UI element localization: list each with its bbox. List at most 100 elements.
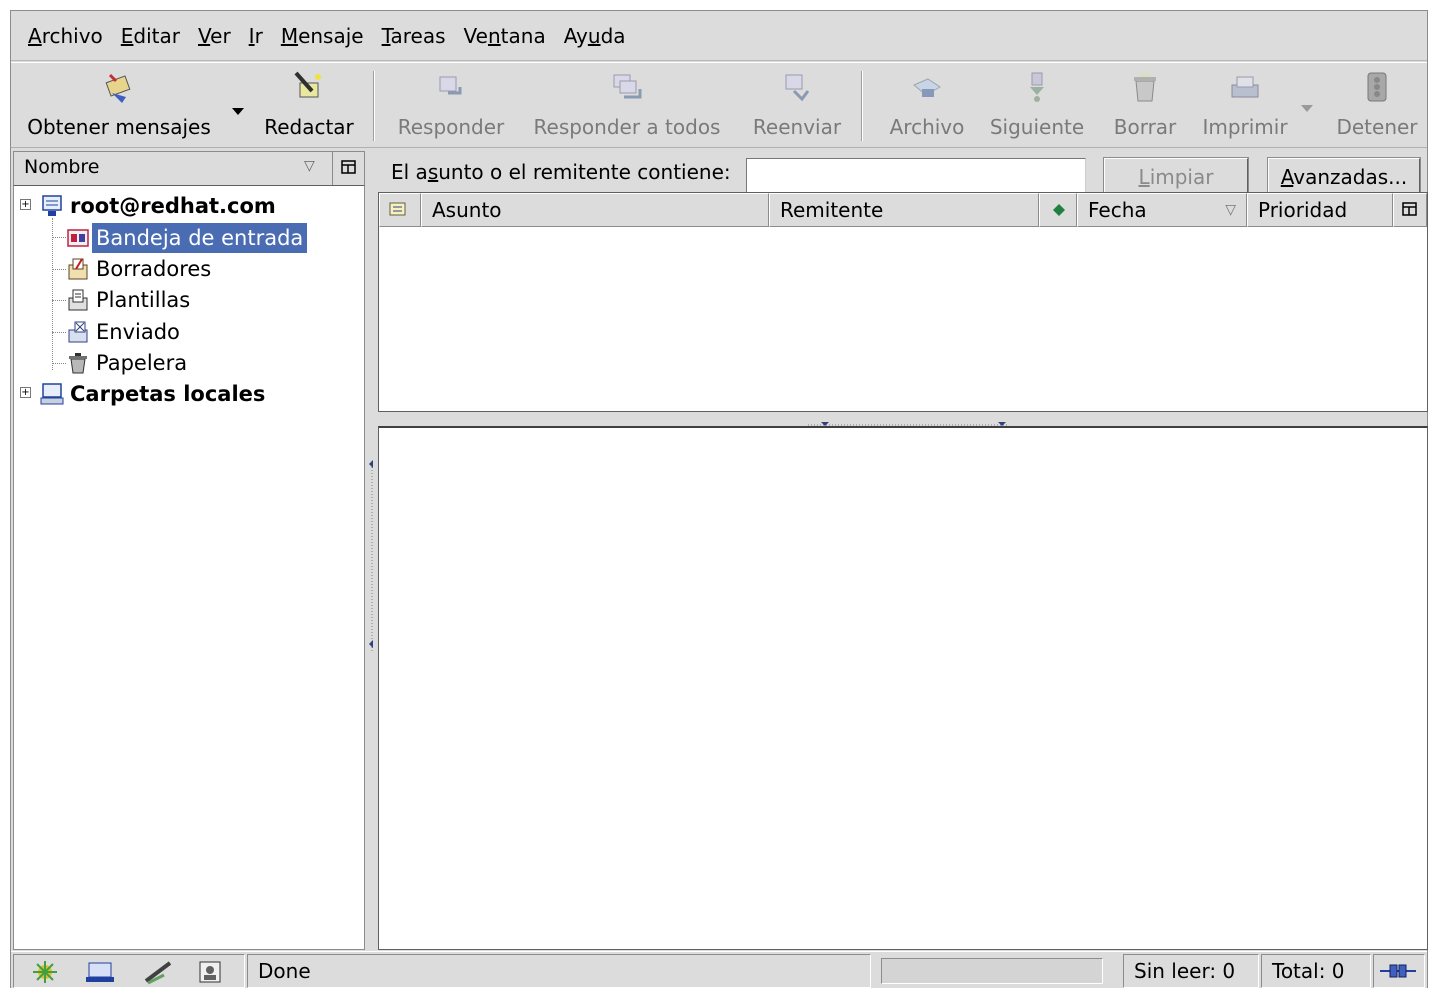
get-messages-dropdown-icon[interactable] bbox=[232, 108, 244, 115]
reply-label: Responder bbox=[397, 115, 505, 139]
menu-mensaje[interactable]: Mensaje bbox=[272, 11, 373, 61]
menu-archivo[interactable]: Archivo bbox=[19, 11, 112, 61]
menu-editar[interactable]: Editar bbox=[112, 11, 189, 61]
folder-templates[interactable]: Plantillas bbox=[66, 284, 364, 315]
thread-column-header[interactable] bbox=[379, 193, 421, 227]
online-status-icon[interactable] bbox=[1373, 954, 1425, 988]
mail-component-icon[interactable] bbox=[84, 959, 118, 985]
toolbar: Obtener mensajes Redactar Responder Resp… bbox=[11, 62, 1427, 148]
stop-icon bbox=[1367, 72, 1387, 102]
local-folders-icon bbox=[40, 382, 64, 404]
stop-label: Detener bbox=[1336, 115, 1418, 139]
folder-trash[interactable]: Papelera bbox=[66, 347, 364, 378]
composer-icon[interactable] bbox=[142, 959, 176, 985]
next-label: Siguiente bbox=[989, 115, 1085, 139]
folder-label: Plantillas bbox=[96, 287, 191, 312]
local-folders-label: Carpetas locales bbox=[70, 381, 266, 406]
compose-button[interactable]: Redactar bbox=[259, 69, 359, 143]
date-column-header[interactable]: Fecha ▽ bbox=[1077, 193, 1247, 227]
message-list[interactable]: Asunto Remitente Fecha ▽ Prioridad bbox=[378, 192, 1428, 412]
search-label: El asunto o el remitente contiene: bbox=[391, 160, 731, 184]
reply-button[interactable]: Responder bbox=[389, 69, 513, 143]
menu-bar: Archivo Editar Ver Ir Mensaje Tareas Ven… bbox=[11, 11, 1427, 61]
file-label: Archivo bbox=[889, 115, 965, 139]
templates-icon bbox=[68, 289, 88, 310]
expand-icon[interactable]: + bbox=[20, 387, 31, 398]
forward-label: Reenviar bbox=[752, 115, 842, 139]
folder-label: Papelera bbox=[96, 350, 188, 375]
component-bar bbox=[13, 954, 245, 988]
delete-label: Borrar bbox=[1113, 115, 1177, 139]
print-button[interactable]: Imprimir bbox=[1197, 69, 1293, 143]
folder-tree: + root@redhat.com Bandeja de entrada Bor… bbox=[13, 185, 365, 950]
file-message-icon bbox=[913, 78, 941, 97]
menu-ver[interactable]: Ver bbox=[189, 11, 240, 61]
column-picker-icon[interactable] bbox=[332, 152, 364, 185]
get-messages-icon bbox=[105, 73, 131, 103]
delete-button[interactable]: Borrar bbox=[1105, 69, 1185, 143]
progress-bar bbox=[881, 958, 1103, 984]
menu-ir[interactable]: Ir bbox=[240, 11, 272, 61]
account-label: root@redhat.com bbox=[70, 193, 276, 218]
drafts-icon bbox=[68, 257, 88, 279]
print-label: Imprimir bbox=[1202, 115, 1288, 139]
priority-column-label: Prioridad bbox=[1258, 198, 1348, 222]
address-book-icon[interactable] bbox=[194, 959, 228, 985]
menu-tareas[interactable]: Tareas bbox=[373, 11, 455, 61]
folder-label: Enviado bbox=[96, 319, 180, 344]
priority-column-header[interactable]: Prioridad bbox=[1247, 193, 1393, 227]
expand-icon[interactable]: + bbox=[20, 199, 31, 210]
quick-search-bar: El asunto o el remitente contiene: Limpi… bbox=[378, 148, 1428, 197]
search-input[interactable] bbox=[746, 158, 1086, 194]
toolbar-separator bbox=[861, 71, 863, 141]
get-messages-button[interactable]: Obtener mensajes bbox=[19, 69, 219, 143]
message-preview-pane[interactable] bbox=[378, 426, 1428, 950]
inbox-icon bbox=[67, 228, 89, 247]
printer-icon bbox=[1231, 76, 1259, 98]
reply-icon bbox=[439, 76, 462, 95]
forward-icon bbox=[785, 74, 810, 102]
thread-icon bbox=[389, 202, 406, 216]
next-icon bbox=[1030, 72, 1044, 102]
preview-splitter[interactable] bbox=[378, 412, 1428, 426]
status-bar: Done Sin leer: 0 Total: 0 bbox=[11, 951, 1427, 989]
subject-column-label: Asunto bbox=[432, 198, 502, 222]
next-button[interactable]: Siguiente bbox=[985, 69, 1089, 143]
total-count: Total: 0 bbox=[1261, 954, 1371, 988]
folder-column-header[interactable]: Nombre ▽ bbox=[13, 151, 365, 185]
folder-inbox[interactable]: Bandeja de entrada bbox=[66, 222, 364, 253]
reply-all-label: Responder a todos bbox=[533, 115, 721, 139]
folder-label: Borradores bbox=[96, 256, 212, 281]
read-status-icon bbox=[1053, 204, 1065, 216]
date-column-label: Fecha bbox=[1088, 198, 1147, 222]
sent-icon bbox=[68, 321, 88, 342]
account-row[interactable]: + root@redhat.com bbox=[14, 190, 364, 221]
status-text: Done bbox=[247, 954, 871, 988]
navigator-icon[interactable] bbox=[28, 959, 62, 985]
advanced-search-button[interactable]: Avanzadas... bbox=[1267, 157, 1421, 197]
stop-button[interactable]: Detener bbox=[1329, 69, 1425, 143]
menu-ventana[interactable]: Ventana bbox=[455, 11, 555, 61]
column-picker-icon[interactable] bbox=[1393, 193, 1427, 227]
folder-label: Bandeja de entrada bbox=[92, 222, 308, 253]
delete-icon bbox=[1134, 73, 1156, 102]
file-button[interactable]: Archivo bbox=[877, 69, 977, 143]
unread-count: Sin leer: 0 bbox=[1123, 954, 1259, 988]
sort-indicator-icon: ▽ bbox=[304, 158, 315, 174]
reply-all-icon bbox=[613, 74, 642, 99]
folder-sent[interactable]: Enviado bbox=[66, 316, 364, 347]
read-status-column-header[interactable] bbox=[1039, 193, 1077, 227]
folder-drafts[interactable]: Borradores bbox=[66, 253, 364, 284]
print-dropdown-icon[interactable] bbox=[1301, 105, 1313, 112]
local-folders-row[interactable]: + Carpetas locales bbox=[14, 378, 364, 409]
get-messages-label: Obtener mensajes bbox=[27, 115, 211, 139]
sender-column-header[interactable]: Remitente bbox=[769, 193, 1039, 227]
menu-ayuda[interactable]: Ayuda bbox=[555, 11, 635, 61]
forward-button[interactable]: Reenviar bbox=[747, 69, 847, 143]
mail-account-icon bbox=[42, 194, 62, 216]
pane-splitter[interactable] bbox=[366, 151, 378, 951]
reply-all-button[interactable]: Responder a todos bbox=[527, 69, 727, 143]
subject-column-header[interactable]: Asunto bbox=[421, 193, 769, 227]
clear-button[interactable]: Limpiar bbox=[1103, 157, 1249, 197]
compose-icon bbox=[294, 71, 321, 98]
